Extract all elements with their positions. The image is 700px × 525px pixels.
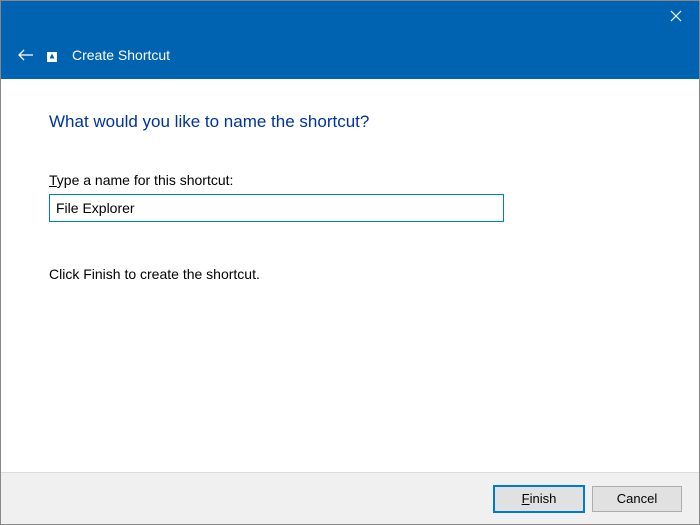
- page-heading: What would you like to name the shortcut…: [49, 112, 651, 132]
- close-icon: [670, 10, 682, 22]
- shortcut-name-input[interactable]: [49, 194, 504, 222]
- instruction-text: Click Finish to create the shortcut.: [49, 266, 651, 282]
- close-button[interactable]: [653, 1, 699, 31]
- create-shortcut-wizard: Create Shortcut What would you like to n…: [0, 0, 700, 525]
- shortcut-icon: [47, 52, 57, 62]
- window-title: Create Shortcut: [72, 47, 170, 63]
- footer: Finish Cancel: [1, 472, 699, 524]
- finish-button[interactable]: Finish: [494, 486, 584, 512]
- shortcut-name-label: Type a name for this shortcut:: [49, 172, 651, 188]
- titlebar: Create Shortcut: [1, 1, 699, 79]
- back-arrow-icon: [18, 49, 34, 61]
- back-button[interactable]: [18, 49, 34, 61]
- cancel-button[interactable]: Cancel: [592, 486, 682, 512]
- content-area: What would you like to name the shortcut…: [1, 79, 699, 472]
